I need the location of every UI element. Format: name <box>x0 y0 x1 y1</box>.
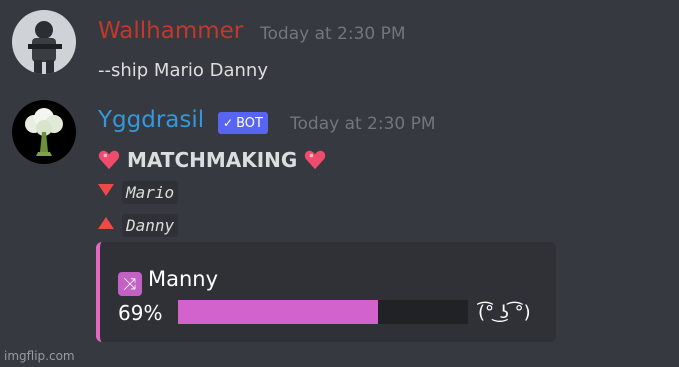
matchmaking-title: MATCHMAKING <box>98 148 326 172</box>
compat-progress-fill <box>178 300 379 324</box>
message-text: --ship Mario Danny <box>98 60 268 81</box>
bot-badge-label: BOT <box>236 116 263 131</box>
triangle-down-icon <box>98 184 114 196</box>
ship-embed: ⤨ Manny 69% (͡° ͜ʖ ͡°) <box>96 242 556 342</box>
soldier-avatar-icon <box>12 10 76 74</box>
watermark: imgflip.com <box>4 349 75 363</box>
heart-icon <box>98 150 120 170</box>
tree-avatar-icon <box>12 100 76 164</box>
compat-progress-bar <box>178 300 468 324</box>
matchmaking-label: MATCHMAKING <box>126 148 298 172</box>
avatar[interactable] <box>12 10 76 74</box>
percent-label: 69% <box>118 301 163 325</box>
author-name[interactable]: Wallhammer <box>98 18 243 44</box>
shuffle-icon: ⤨ <box>118 272 142 296</box>
triangle-up-icon <box>98 217 114 229</box>
lenny-face: (͡° ͜ʖ ͡°) <box>478 302 531 323</box>
ship-name-1: Mario <box>122 181 179 204</box>
ship-line-2: Danny <box>98 214 179 237</box>
heart-icon <box>305 150 326 170</box>
author-name[interactable]: Yggdrasil <box>98 107 204 133</box>
timestamp: Today at 2:30 PM <box>260 24 406 44</box>
avatar[interactable] <box>12 100 76 164</box>
bot-badge: ✓ BOT <box>218 112 268 134</box>
ship-line-1: Mario <box>98 181 179 204</box>
embed-title: ⤨ Manny <box>118 267 218 296</box>
check-icon: ✓ <box>223 116 234 130</box>
timestamp: Today at 2:30 PM <box>290 114 436 134</box>
ship-result-name: Manny <box>148 267 219 291</box>
ship-name-2: Danny <box>122 214 179 237</box>
